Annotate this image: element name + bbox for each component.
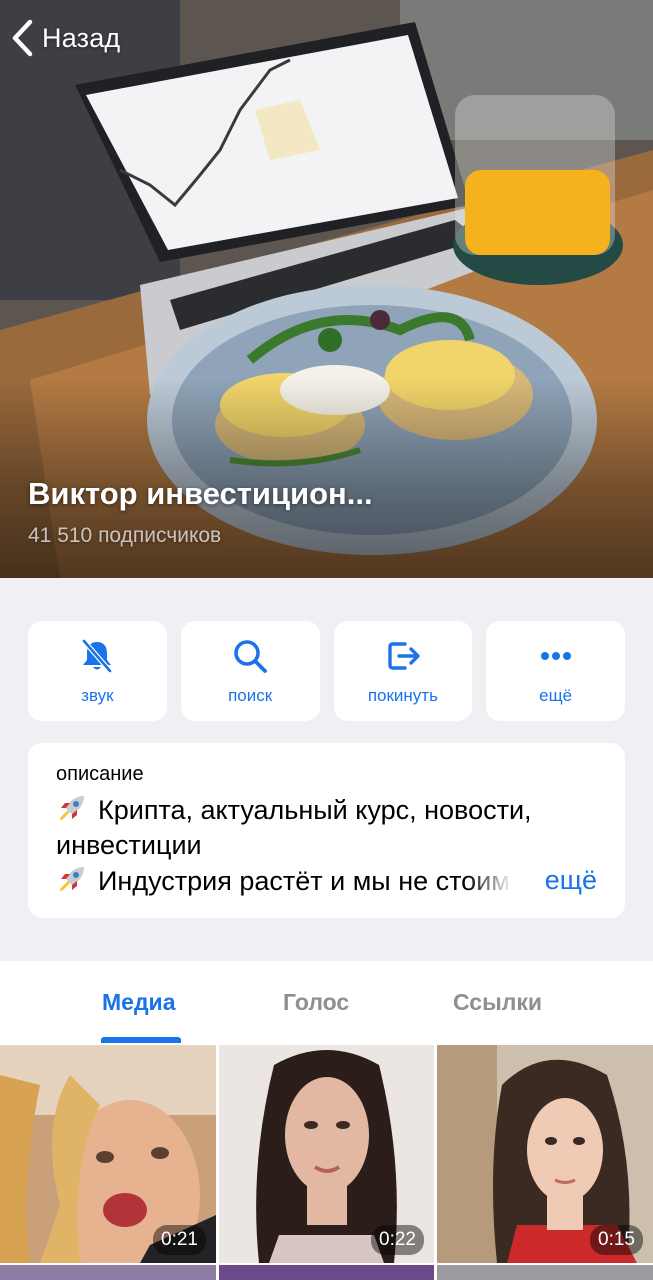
active-tab-indicator <box>101 1037 181 1043</box>
description-line-3: Индустрия растёт и мы не стоим ещё <box>56 863 597 899</box>
leave-button[interactable]: покинуть <box>333 621 473 721</box>
media-tabs: Медиа Голос Ссылки <box>0 961 653 1045</box>
video-duration: 0:21 <box>153 1225 206 1255</box>
tab-media[interactable]: Медиа <box>102 989 175 1016</box>
mute-label: звук <box>81 686 114 705</box>
rocket-icon <box>60 796 84 820</box>
media-row-2 <box>0 1265 653 1280</box>
tab-voice[interactable]: Голос <box>283 989 349 1016</box>
search-button[interactable]: поиск <box>180 621 320 721</box>
leave-label: покинуть <box>367 686 438 705</box>
back-button[interactable]: Назад <box>10 18 120 58</box>
media-item-6[interactable] <box>437 1265 653 1280</box>
rocket-icon <box>60 867 84 891</box>
media-item-5[interactable] <box>219 1265 434 1280</box>
back-label: Назад <box>42 22 121 53</box>
more-dots-icon <box>540 652 571 660</box>
description-more-link[interactable]: ещё <box>545 863 597 898</box>
search-label: поиск <box>228 686 273 705</box>
subscriber-count: 41 510 подписчиков <box>28 524 222 547</box>
description-card: описание Крипта, актуальный курс, новост… <box>28 743 625 918</box>
description-title: описание <box>56 763 144 785</box>
action-bar: звук поиск покинуть ещё <box>28 621 625 721</box>
video-duration: 0:15 <box>590 1225 643 1255</box>
leave-icon <box>388 642 420 670</box>
channel-title: Виктор инвестицион... <box>28 476 373 511</box>
media-item-3[interactable]: 0:15 <box>437 1045 653 1263</box>
media-item-4[interactable] <box>0 1265 216 1280</box>
more-button[interactable]: ещё <box>486 621 625 721</box>
chevron-left-icon <box>12 19 33 57</box>
bell-slash-icon <box>82 639 113 673</box>
video-duration: 0:22 <box>371 1225 424 1255</box>
media-grid: 0:21 0:22 0:15 <box>0 1045 653 1280</box>
mute-button[interactable]: звук <box>28 621 167 721</box>
description-line-1: Крипта, актуальный курс, новости, <box>56 792 597 828</box>
description-line-2: инвестиции <box>56 830 202 860</box>
tab-links[interactable]: Ссылки <box>453 989 542 1016</box>
media-item-1[interactable]: 0:21 <box>0 1045 216 1263</box>
more-label: ещё <box>539 686 573 705</box>
media-item-2[interactable]: 0:22 <box>219 1045 434 1263</box>
search-icon <box>234 640 268 673</box>
